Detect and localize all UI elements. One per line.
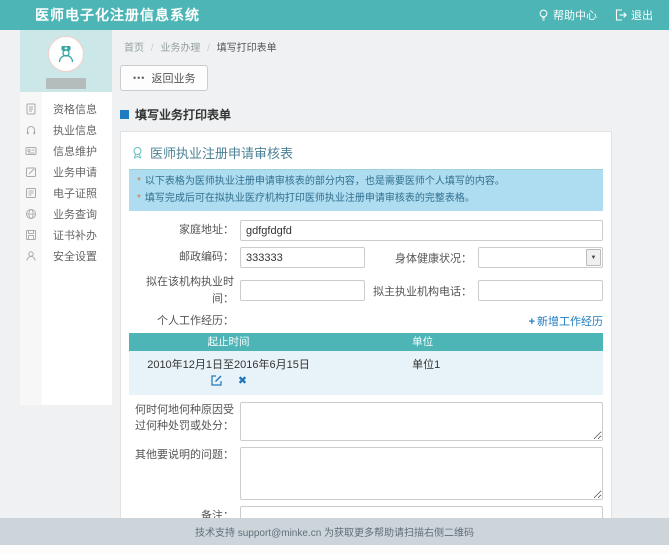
health-status-select[interactable]: ▼: [478, 247, 603, 268]
globe-icon: [20, 208, 42, 220]
postal-code-field[interactable]: [240, 247, 365, 268]
return-business-button[interactable]: ••• 返回业务: [120, 65, 208, 91]
sidebar-menu: 资格信息 执业信息 信息维护 业务申请 电子证照: [20, 92, 112, 272]
headset-icon: [20, 124, 42, 136]
home-address-label: 家庭地址：: [129, 222, 240, 239]
sidebar-item-electronic-certificate[interactable]: 电子证照: [20, 182, 112, 203]
chevron-down-icon[interactable]: ▼: [586, 249, 601, 266]
notice-box: *以下表格为医师执业注册申请审核表的部分内容，也是需要医师个人填写的内容。 *填…: [129, 170, 603, 211]
doctor-icon: [55, 43, 77, 65]
work-period-cell: 2010年12月1日至2016年6月15日: [129, 351, 328, 372]
notice-line: *填写完成后可在拟执业医疗机构打印医师执业注册申请审核表的完整表格。: [137, 191, 595, 208]
avatar[interactable]: [48, 36, 84, 72]
top-header: 医师电子化注册信息系统 帮助中心 退出: [0, 0, 669, 30]
health-status-label: 身体健康状况：: [365, 250, 478, 266]
sidebar-item-certificate-reissue[interactable]: 证书补办: [20, 224, 112, 245]
form-panel: 医师执业注册申请审核表 *以下表格为医师执业注册申请审核表的部分内容，也是需要医…: [120, 131, 612, 554]
footer: 技术支持 support@minke.cn 为获取更多帮助请扫描右侧二维码: [0, 518, 669, 545]
other-issues-label: 其他要说明的问题：: [129, 447, 240, 464]
certificate-icon: [20, 187, 42, 199]
document-icon: [20, 103, 42, 115]
other-issues-field[interactable]: [240, 447, 603, 500]
id-card-icon: [20, 145, 42, 157]
notice-line: *以下表格为医师执业注册申请审核表的部分内容，也是需要医师个人填写的内容。: [137, 174, 595, 191]
practice-time-field[interactable]: [240, 280, 365, 301]
delete-row-icon[interactable]: ✖: [238, 374, 247, 387]
sidebar-item-practice-info[interactable]: 执业信息: [20, 119, 112, 140]
table-header-row: 起止时间 单位: [129, 333, 603, 351]
add-work-history-link[interactable]: +新增工作经历: [529, 313, 603, 329]
logout-icon: [615, 9, 627, 21]
work-unit-cell: 单位1: [328, 351, 603, 372]
sidebar-item-security-settings[interactable]: 安全设置: [20, 245, 112, 266]
user-icon: [20, 250, 42, 262]
practice-time-label: 拟在该机构执业时间：: [129, 274, 240, 307]
sidebar-item-business-application[interactable]: 业务申请: [20, 161, 112, 182]
breadcrumb-current: 填写打印表单: [217, 43, 277, 54]
user-profile-block: [20, 30, 112, 92]
help-center-link[interactable]: 帮助中心: [538, 7, 597, 23]
bottom-strip: [0, 545, 669, 554]
application-form: 家庭地址： 邮政编码： 身体健康状况： ▼ 拟在该机构执业时间：: [129, 211, 603, 554]
table-row: 2010年12月1日至2016年6月15日 单位1: [129, 351, 603, 372]
column-header-period: 起止时间: [129, 333, 328, 351]
edit-row-icon[interactable]: [210, 374, 223, 387]
ellipsis-icon: •••: [133, 74, 145, 83]
work-history-label: 个人工作经历：: [129, 313, 240, 330]
save-icon: [20, 229, 42, 241]
app-title: 医师电子化注册信息系统: [35, 5, 200, 25]
footer-text: 技术支持 support@minke.cn 为获取更多帮助请扫描右侧二维码: [195, 524, 474, 539]
sidebar-item-business-query[interactable]: 业务查询: [20, 203, 112, 224]
sidebar: 资格信息 执业信息 信息维护 业务申请 电子证照: [20, 30, 112, 405]
org-phone-field[interactable]: [478, 280, 603, 301]
breadcrumb-business[interactable]: 业务办理: [160, 43, 200, 54]
punishment-label: 何时何地何种原因受过何种处罚或处分：: [129, 402, 240, 435]
breadcrumb: 首页 / 业务办理 / 填写打印表单: [120, 36, 612, 62]
form-title: 医师执业注册申请审核表: [129, 138, 603, 170]
main-content: 首页 / 业务办理 / 填写打印表单 ••• 返回业务 填写业务打印表单: [120, 30, 612, 554]
sidebar-item-qualification-info[interactable]: 资格信息: [20, 98, 112, 119]
app-window: 医师电子化注册信息系统 帮助中心 退出: [0, 0, 669, 554]
postal-code-label: 邮政编码：: [129, 249, 240, 266]
breadcrumb-home[interactable]: 首页: [124, 43, 144, 54]
logout-link[interactable]: 退出: [615, 7, 653, 23]
home-address-field[interactable]: [240, 220, 603, 241]
org-phone-label: 拟主执业机构电话：: [365, 283, 478, 299]
column-header-unit: 单位: [328, 333, 603, 351]
plus-icon: +: [529, 316, 535, 328]
table-actions-row: ✖: [129, 372, 603, 395]
sidebar-item-info-maintenance[interactable]: 信息维护: [20, 140, 112, 161]
seal-icon: [131, 146, 144, 159]
punishment-field[interactable]: [240, 402, 603, 441]
section-marker-icon: [120, 110, 129, 119]
work-history-table: 起止时间 单位 2010年12月1日至2016年6月15日 单位1: [129, 333, 603, 395]
lightbulb-icon: [538, 9, 549, 22]
page-title: 填写业务打印表单: [120, 106, 612, 123]
user-name-redacted: [46, 78, 86, 89]
edit-icon: [20, 166, 42, 178]
